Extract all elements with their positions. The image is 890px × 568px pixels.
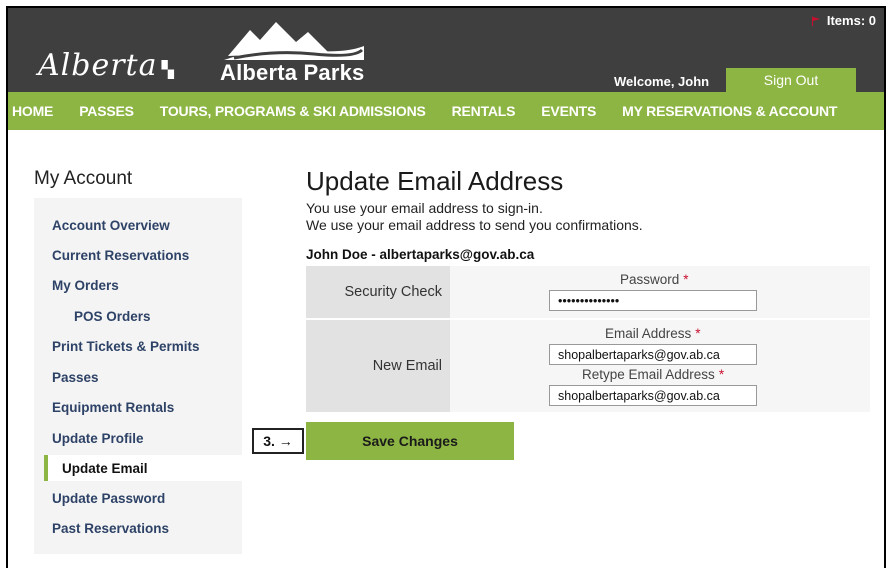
email-address-label-text: Email Address [605,326,692,341]
email-address-input[interactable] [549,344,757,365]
step-callout-text: 3. → [263,433,293,449]
browser-frame: Items: 0 Alberta ▚ Alberta Parks Welcome,… [6,6,886,568]
cart-indicator[interactable]: Items: 0 [811,13,876,28]
sidebar-item-past-reservations[interactable]: Past Reservations [52,521,169,536]
current-user-email: John Doe - albertaparks@gov.ab.ca [306,247,535,262]
retype-email-input[interactable] [549,385,757,406]
save-changes-button[interactable]: Save Changes [306,422,514,460]
required-marker: * [683,272,689,287]
description-line-1: You use your email address to sign-in. [306,200,543,216]
flag-icon [811,15,820,26]
welcome-text: Welcome, John [614,74,710,89]
site-header: Items: 0 Alberta ▚ Alberta Parks Welcome,… [8,8,884,92]
nav-home[interactable]: HOME [12,103,53,119]
main-nav: HOME PASSES TOURS, PROGRAMS & SKI ADMISS… [8,92,884,130]
required-marker: * [695,326,701,341]
cart-label: Items: 0 [826,13,876,28]
nav-tours-programs[interactable]: TOURS, PROGRAMS & SKI ADMISSIONS [160,103,426,119]
sidebar-item-update-password[interactable]: Update Password [52,491,165,506]
logo-mark-icon: ▚ [161,60,175,79]
account-sidebar: Account Overview Current Reservations My… [34,198,242,554]
step-callout: 3. → [252,428,304,454]
update-email-form: Security Check Password* New Email Email… [306,266,870,412]
retype-email-label: Retype Email Address * [582,367,724,382]
alberta-logo[interactable]: Alberta ▚ [38,48,175,83]
nav-rentals[interactable]: RENTALS [452,103,516,119]
alberta-parks-brand[interactable]: Alberta Parks [220,60,364,86]
sidebar-item-update-email[interactable]: Update Email [62,461,148,476]
sign-out-button[interactable]: Sign Out [726,68,856,92]
sidebar-item-pos-orders[interactable]: POS Orders [74,309,151,324]
email-address-label: Email Address * [605,326,701,341]
required-marker: * [718,367,725,382]
password-label: Password * [620,272,689,287]
page-title: Update Email Address [306,166,564,196]
sidebar-item-print-tickets[interactable]: Print Tickets & Permits [52,339,200,354]
mountains-logo-icon [224,22,364,60]
nav-passes[interactable]: PASSES [79,103,134,119]
description-line-2: We use your email address to send you co… [306,217,643,233]
new-email-text: New Email [372,358,442,374]
security-check-text: Security Check [344,284,442,300]
nav-my-reservations[interactable]: MY RESERVATIONS & ACCOUNT [622,103,837,119]
nav-events[interactable]: EVENTS [541,103,596,119]
sidebar-item-update-profile[interactable]: Update Profile [52,431,144,446]
retype-email-label-text: Retype Email Address [582,367,715,382]
new-email-field: Email Address* Retype Email Address* [450,320,870,412]
sidebar-item-current-reservations[interactable]: Current Reservations [52,248,189,263]
sidebar-title: My Account [34,168,133,189]
security-check-field: Password * [450,266,870,318]
sidebar-item-equipment-rentals[interactable]: Equipment Rentals [52,400,174,415]
alberta-logo-text: Alberta [38,48,158,83]
password-input[interactable] [549,290,757,311]
sidebar-item-passes[interactable]: Passes [52,370,99,385]
sidebar-item-my-orders[interactable]: My Orders [52,278,119,293]
new-email-label: New Email [306,320,450,412]
security-check-label: Security Check [306,266,450,318]
password-label-text: Password [620,272,680,287]
sidebar-item-account-overview[interactable]: Account Overview [52,218,170,233]
